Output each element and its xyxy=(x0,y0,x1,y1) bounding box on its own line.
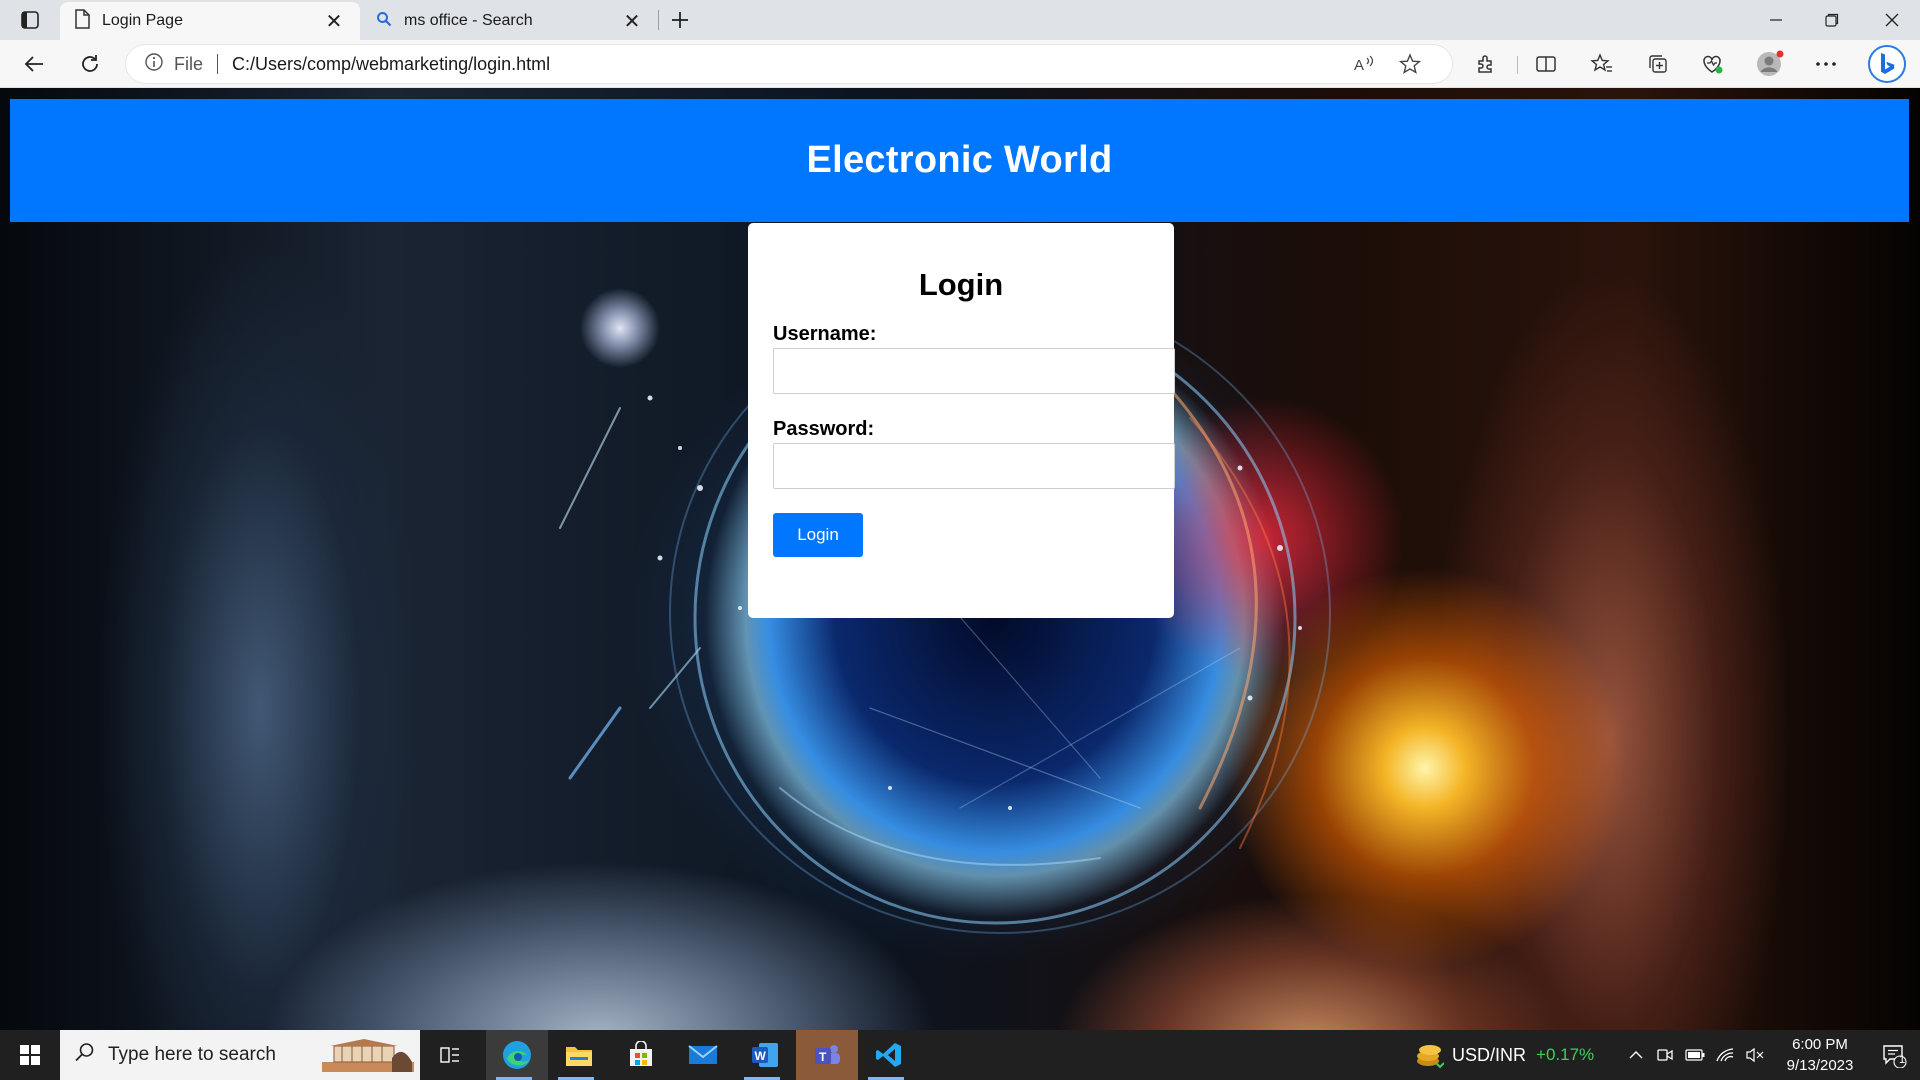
close-icon[interactable]: ✕ xyxy=(620,9,644,33)
more-options-icon[interactable] xyxy=(1808,48,1844,80)
wifi-icon[interactable] xyxy=(1710,1047,1740,1063)
page-viewport: Electronic World Login Username: Passwor… xyxy=(0,88,1920,1030)
refresh-icon[interactable] xyxy=(72,48,108,80)
notification-count: 1 xyxy=(1899,1054,1906,1066)
username-input[interactable] xyxy=(773,348,1175,394)
browser-tab-bar: Login Page ✕ ms office - Search ✕ xyxy=(0,0,1920,40)
mail-icon[interactable] xyxy=(672,1030,734,1080)
split-screen-icon[interactable] xyxy=(1528,48,1564,80)
close-window-icon[interactable] xyxy=(1864,0,1920,40)
tab-title: Login Page xyxy=(102,12,183,29)
file-explorer-icon[interactable] xyxy=(548,1030,610,1080)
coins-icon xyxy=(1417,1045,1444,1069)
username-label: Username: xyxy=(773,323,877,345)
browser-toolbar: File C:/Users/comp/webmarketing/login.ht… xyxy=(0,40,1920,88)
ticker-label: USD/INR xyxy=(1452,1044,1527,1065)
search-highlight-illustration-icon xyxy=(322,1039,414,1072)
new-tab-icon[interactable] xyxy=(664,6,696,34)
system-tray xyxy=(1622,1030,1770,1080)
teams-icon[interactable]: T xyxy=(796,1030,858,1080)
windows-taskbar: Type here to search W T USD/INR +0.17% 6… xyxy=(0,1030,1920,1080)
login-heading: Login xyxy=(918,267,1004,302)
back-arrow-icon[interactable] xyxy=(16,48,52,80)
bing-copilot-icon[interactable] xyxy=(1866,44,1908,84)
taskbar-search-box[interactable]: Type here to search xyxy=(60,1030,420,1080)
address-bar[interactable]: File C:/Users/comp/webmarketing/login.ht… xyxy=(126,45,1452,83)
windows-start-icon[interactable] xyxy=(0,1030,60,1080)
tab-actions-icon[interactable] xyxy=(12,6,48,34)
password-input[interactable] xyxy=(773,443,1175,489)
svg-text:T: T xyxy=(819,1050,827,1064)
battery-icon[interactable] xyxy=(1680,1049,1710,1061)
meet-now-icon[interactable] xyxy=(1650,1046,1680,1064)
svg-text:W: W xyxy=(755,1049,767,1063)
browser-essentials-icon[interactable] xyxy=(1694,48,1730,80)
page-icon xyxy=(74,8,90,34)
clock-time: 6:00 PM xyxy=(1792,1036,1848,1053)
extensions-icon[interactable] xyxy=(1468,48,1504,80)
tab-ms-office-search[interactable]: ms office - Search ✕ xyxy=(362,2,658,40)
edge-browser-icon[interactable] xyxy=(486,1030,548,1080)
clock[interactable]: 6:00 PM 9/13/2023 xyxy=(1760,1034,1880,1076)
login-form-card: Login Username: Password: Login xyxy=(748,223,1175,618)
login-button[interactable]: Login xyxy=(773,513,863,557)
favorite-star-icon[interactable] xyxy=(1394,48,1426,80)
tab-login-page[interactable]: Login Page ✕ xyxy=(60,2,360,40)
restore-icon[interactable] xyxy=(1804,0,1860,40)
site-header: Electronic World xyxy=(10,99,1909,222)
close-icon[interactable]: ✕ xyxy=(322,9,346,33)
tab-divider xyxy=(658,10,659,30)
show-hidden-icons-chevron-icon[interactable] xyxy=(1622,1050,1650,1060)
address-divider xyxy=(217,54,219,74)
password-label: Password: xyxy=(773,418,875,440)
profile-avatar-icon[interactable] xyxy=(1752,48,1788,80)
address-url[interactable]: C:/Users/comp/webmarketing/login.html xyxy=(232,54,550,75)
info-icon[interactable] xyxy=(144,52,164,77)
collections-icon[interactable] xyxy=(1640,48,1676,80)
notification-center-icon[interactable]: 1 xyxy=(1868,1030,1920,1080)
svg-text:A: A xyxy=(1354,57,1364,74)
microsoft-store-icon[interactable] xyxy=(610,1030,672,1080)
task-view-icon[interactable] xyxy=(422,1030,478,1080)
clock-date: 9/13/2023 xyxy=(1786,1057,1854,1074)
search-icon xyxy=(376,11,392,32)
favorites-icon[interactable] xyxy=(1584,48,1620,80)
currency-ticker-widget[interactable]: USD/INR +0.17% xyxy=(1414,1030,1594,1080)
vscode-icon[interactable] xyxy=(858,1030,920,1080)
address-scheme-label: File xyxy=(174,53,204,74)
search-icon xyxy=(74,1041,96,1069)
tab-title: ms office - Search xyxy=(404,12,533,29)
site-title: Electronic World xyxy=(806,139,1113,181)
toolbar-divider xyxy=(1517,56,1518,74)
word-icon[interactable]: W xyxy=(734,1030,796,1080)
minimize-icon[interactable] xyxy=(1748,0,1804,40)
taskbar-search-placeholder: Type here to search xyxy=(108,1044,276,1065)
ticker-change: +0.17% xyxy=(1536,1045,1595,1064)
read-aloud-icon[interactable]: A xyxy=(1348,48,1380,80)
